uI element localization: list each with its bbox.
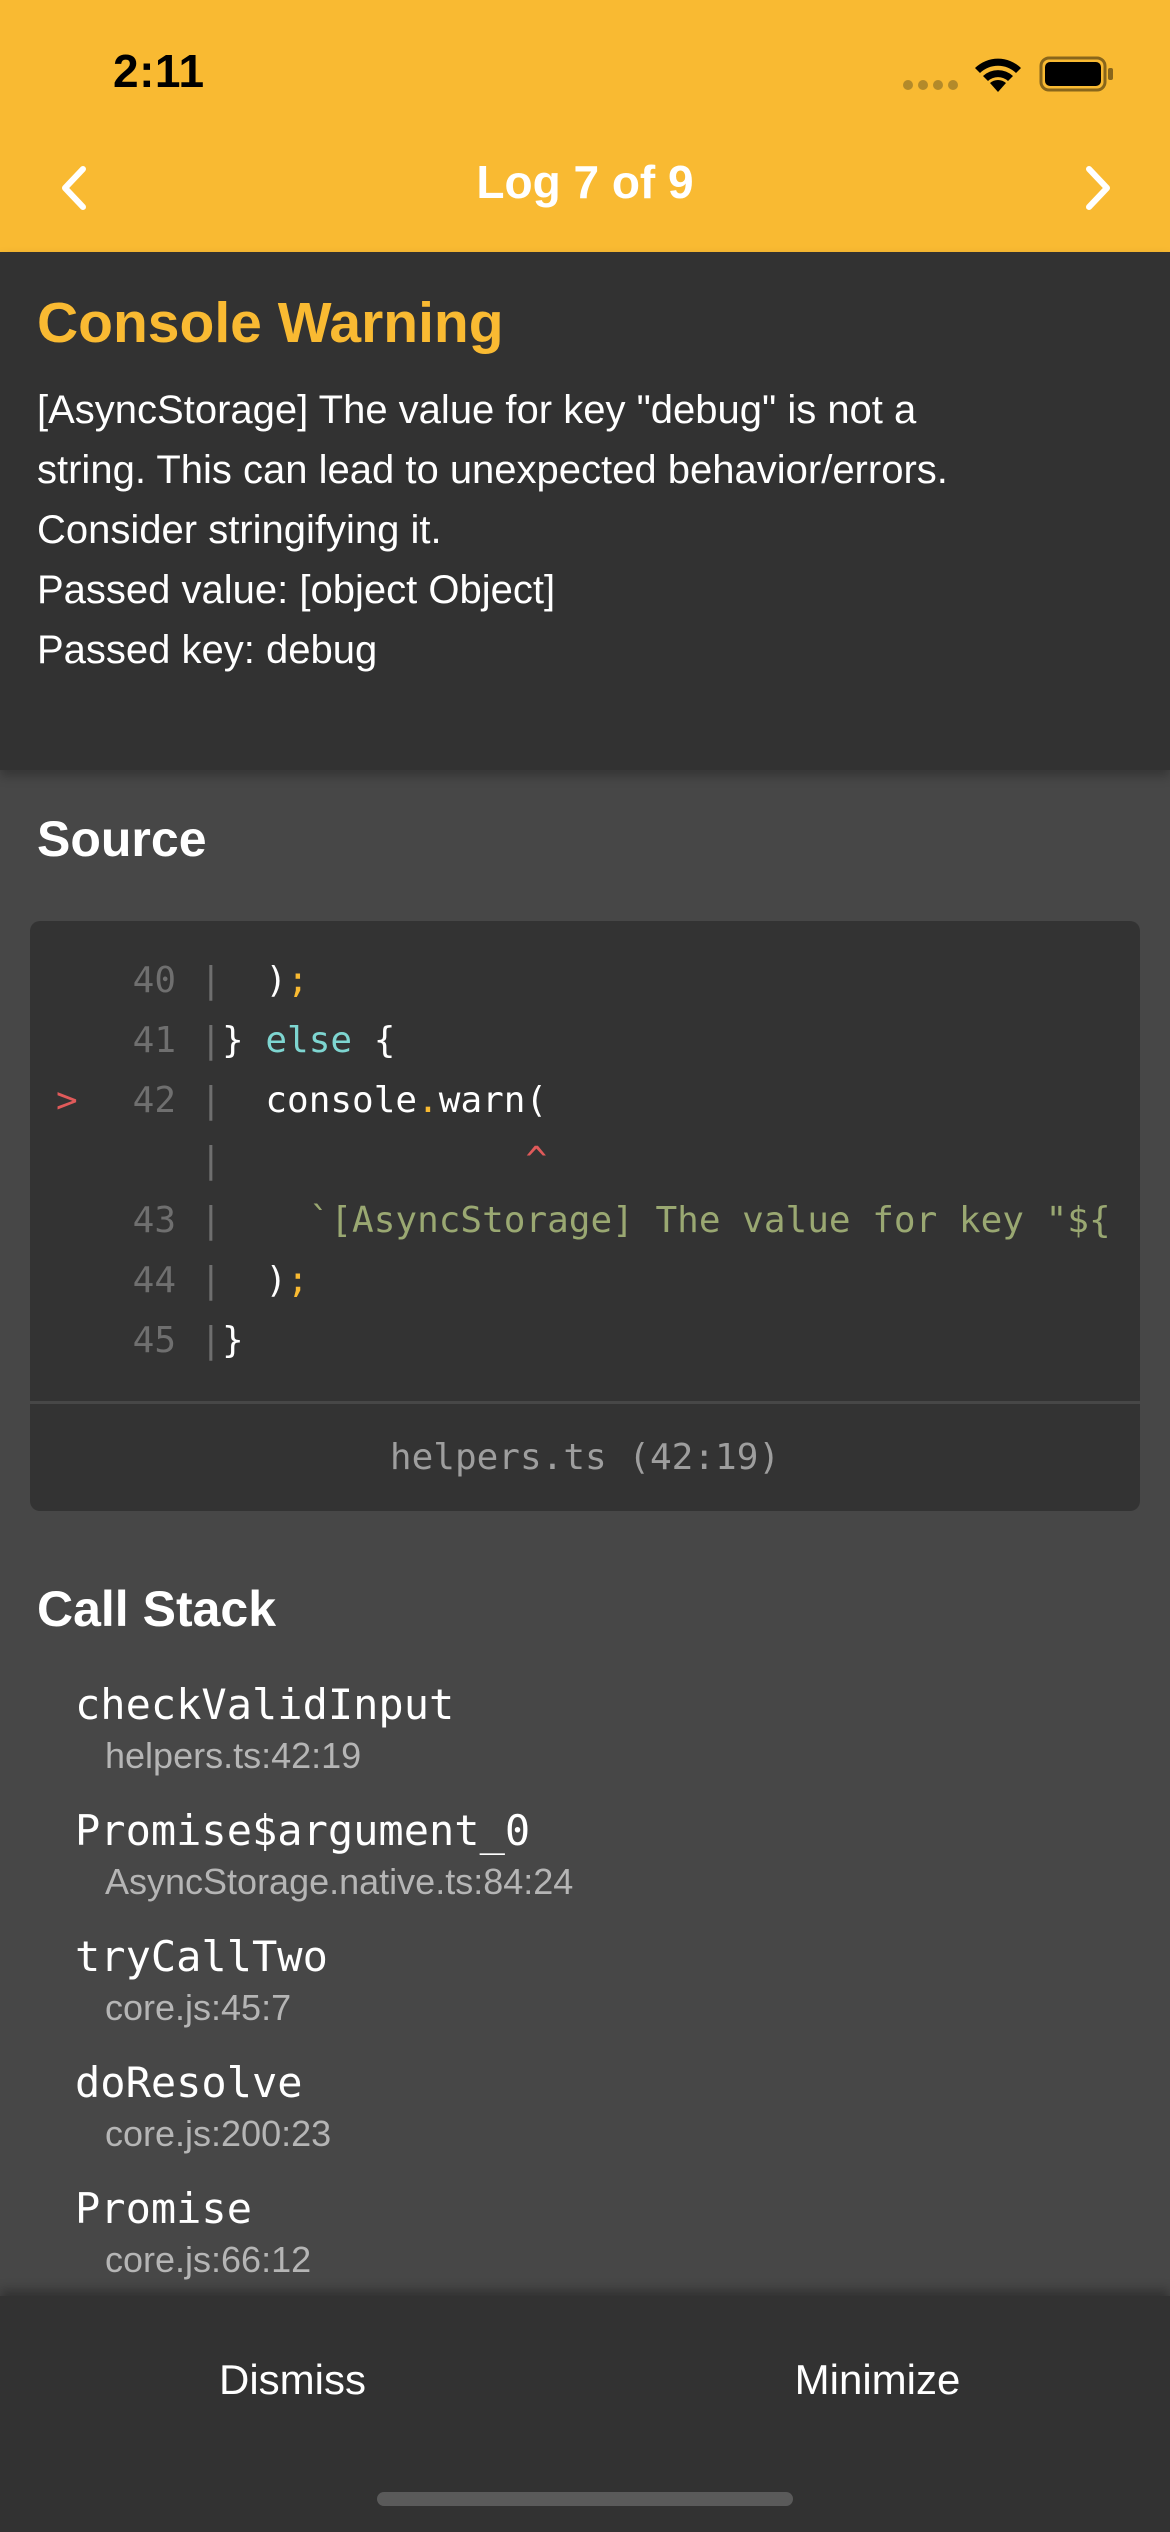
message-line: Passed value: [object Object] bbox=[37, 568, 556, 612]
message-line: [AsyncStorage] The value for key "debug"… bbox=[37, 388, 917, 432]
code-lines: 40 | ); 41 |} else {>42 | console.warn(| ^ 43… bbox=[30, 951, 1140, 1371]
code-line: 44 | ); bbox=[30, 1251, 1140, 1311]
gutter-bar: | bbox=[200, 1140, 222, 1181]
stack-frame[interactable]: Promise$argument_0 AsyncStorage.native.ts… bbox=[75, 1806, 573, 1903]
line-number: 41 bbox=[132, 1020, 176, 1061]
minimize-button[interactable]: Minimize bbox=[585, 2340, 1170, 2420]
source-file-location[interactable]: helpers.ts (42:19) bbox=[30, 1404, 1140, 1511]
line-number: 43 bbox=[132, 1200, 176, 1241]
message-title: Console Warning bbox=[37, 291, 504, 355]
code-text: ); bbox=[222, 960, 309, 1001]
gutter-bar: | bbox=[200, 1200, 222, 1241]
line-number: 44 bbox=[132, 1260, 176, 1301]
home-indicator[interactable] bbox=[377, 2492, 793, 2506]
message-body: [AsyncStorage] The value for key "debug"… bbox=[37, 380, 1127, 680]
stack-frame[interactable]: checkValidInput helpers.ts:42:19 bbox=[75, 1680, 454, 1777]
stack-frame-location: core.js:66:12 bbox=[105, 2239, 312, 2280]
code-text: ^ bbox=[525, 1140, 548, 1181]
stack-frame-function: tryCallTwo bbox=[75, 1932, 328, 1981]
battery-icon bbox=[1039, 56, 1113, 92]
code-text: ); bbox=[222, 1260, 309, 1301]
code-line: | ^ bbox=[30, 1131, 1140, 1191]
line-number: 45 bbox=[132, 1320, 176, 1361]
stack-frame-location: AsyncStorage.native.ts:84:24 bbox=[105, 1861, 574, 1902]
code-line: 41 |} else { bbox=[30, 1011, 1140, 1071]
wifi-icon bbox=[975, 58, 1021, 92]
line-number: 40 bbox=[132, 960, 176, 1001]
code-line: >42 | console.warn( bbox=[30, 1071, 1140, 1131]
stack-frame[interactable]: doResolve core.js:200:23 bbox=[75, 2058, 331, 2155]
line-number: 42 bbox=[132, 1080, 176, 1121]
message-line: string. This can lead to unexpected beha… bbox=[37, 448, 948, 492]
stack-frame-location: core.js:45:7 bbox=[105, 1987, 292, 2028]
chevron-right-icon bbox=[1086, 166, 1110, 210]
header-bar: 2:11 Log 7 of 9 bbox=[0, 0, 1170, 252]
code-text: `[AsyncStorage] The value for key "${ke bbox=[308, 1200, 1112, 1241]
stack-frame-function: doResolve bbox=[75, 2058, 303, 2107]
call-stack-heading: Call Stack bbox=[37, 1581, 277, 1637]
gutter-bar: | bbox=[200, 1020, 222, 1061]
current-line-marker: > bbox=[56, 1080, 78, 1121]
source-heading: Source bbox=[37, 811, 207, 867]
code-text: } bbox=[222, 1320, 244, 1361]
next-log-button[interactable] bbox=[1068, 160, 1128, 216]
stack-frame[interactable]: Promise core.js:66:12 bbox=[75, 2184, 311, 2281]
log-position-title: Log 7 of 9 bbox=[476, 156, 694, 208]
code-text: } else { bbox=[222, 1020, 396, 1061]
stack-frame-location: core.js:200:23 bbox=[105, 2113, 332, 2154]
warning-message-section: Console Warning [AsyncStorage] The value… bbox=[0, 252, 1170, 770]
message-line: Consider stringifying it. bbox=[37, 508, 442, 552]
gutter-bar: | bbox=[200, 1320, 222, 1361]
code-line: 40 | ); bbox=[30, 951, 1140, 1011]
gutter-bar: | bbox=[200, 1260, 222, 1301]
stack-frame-function: checkValidInput bbox=[75, 1680, 455, 1729]
gutter-bar: | bbox=[200, 1080, 222, 1121]
gutter-bar: | bbox=[200, 960, 222, 1001]
status-time: 2:11 bbox=[113, 45, 205, 97]
cellular-signal-icon bbox=[903, 80, 958, 90]
stack-frame-function: Promise bbox=[75, 2184, 253, 2233]
code-line: 45 |} bbox=[30, 1311, 1140, 1371]
code-line: 43 | `[AsyncStorage] The value for key "$… bbox=[30, 1191, 1140, 1251]
stack-frame-function: Promise$argument_0 bbox=[75, 1806, 531, 1855]
message-line: Passed key: debug bbox=[37, 628, 378, 672]
stack-frame[interactable]: tryCallTwo core.js:45:7 bbox=[75, 1932, 328, 2029]
code-text: console.warn( bbox=[222, 1080, 548, 1121]
footer-bar: Dismiss Minimize bbox=[0, 2296, 1170, 2532]
stack-frame-location: helpers.ts:42:19 bbox=[105, 1735, 362, 1776]
source-code-frame[interactable]: 40 | ); 41 |} else {>42 | console.warn(| ^ 43… bbox=[30, 921, 1140, 1511]
dismiss-button[interactable]: Dismiss bbox=[0, 2340, 585, 2420]
